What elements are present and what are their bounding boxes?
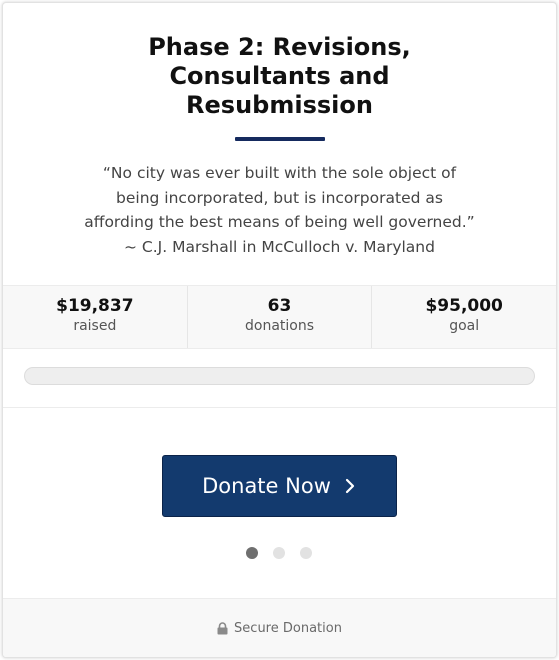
secure-footer: Secure Donation (3, 598, 556, 657)
quote-line: “No city was ever built with the sole ob… (102, 164, 457, 182)
campaign-title: Phase 2: Revisions, Consultants and Resu… (3, 33, 556, 120)
section-divider (3, 407, 556, 408)
campaign-title-line: Phase 2: Revisions, (148, 33, 411, 61)
donate-now-button[interactable]: Donate Now (162, 455, 397, 517)
carousel-dot[interactable] (273, 547, 285, 559)
lock-icon (217, 622, 228, 635)
donate-button-label: Donate Now (202, 474, 331, 498)
stat-raised: $19,837 raised (3, 286, 187, 348)
progress-bar (24, 367, 535, 385)
carousel-dot[interactable] (246, 547, 258, 559)
carousel-dot[interactable] (300, 547, 312, 559)
quote-line: affording the best means of being well g… (84, 213, 475, 231)
stat-label: donations (245, 318, 315, 334)
stat-label: raised (73, 318, 117, 334)
stat-label: goal (449, 318, 480, 334)
stat-value: 63 (267, 296, 292, 316)
stat-value: $19,837 (56, 296, 134, 316)
title-divider (235, 137, 325, 141)
donation-card: Phase 2: Revisions, Consultants and Resu… (2, 2, 557, 658)
secure-donation-text: Secure Donation (234, 621, 342, 636)
campaign-quote: “No city was ever built with the sole ob… (43, 161, 516, 259)
chevron-right-icon (345, 478, 354, 494)
campaign-title-line: Resubmission (186, 91, 373, 119)
carousel-dots (246, 547, 316, 559)
quote-line: being incorporated, but is incorporated … (116, 188, 443, 207)
campaign-title-line: Consultants and (169, 62, 390, 90)
stat-donations: 63 donations (186, 286, 372, 348)
stat-goal: $95,000 goal (371, 286, 556, 348)
campaign-stats: $19,837 raised 63 donations $95,000 goal (3, 285, 556, 349)
stat-value: $95,000 (425, 296, 503, 316)
quote-attribution: ~ C.J. Marshall in McCulloch v. Maryland (124, 237, 435, 256)
